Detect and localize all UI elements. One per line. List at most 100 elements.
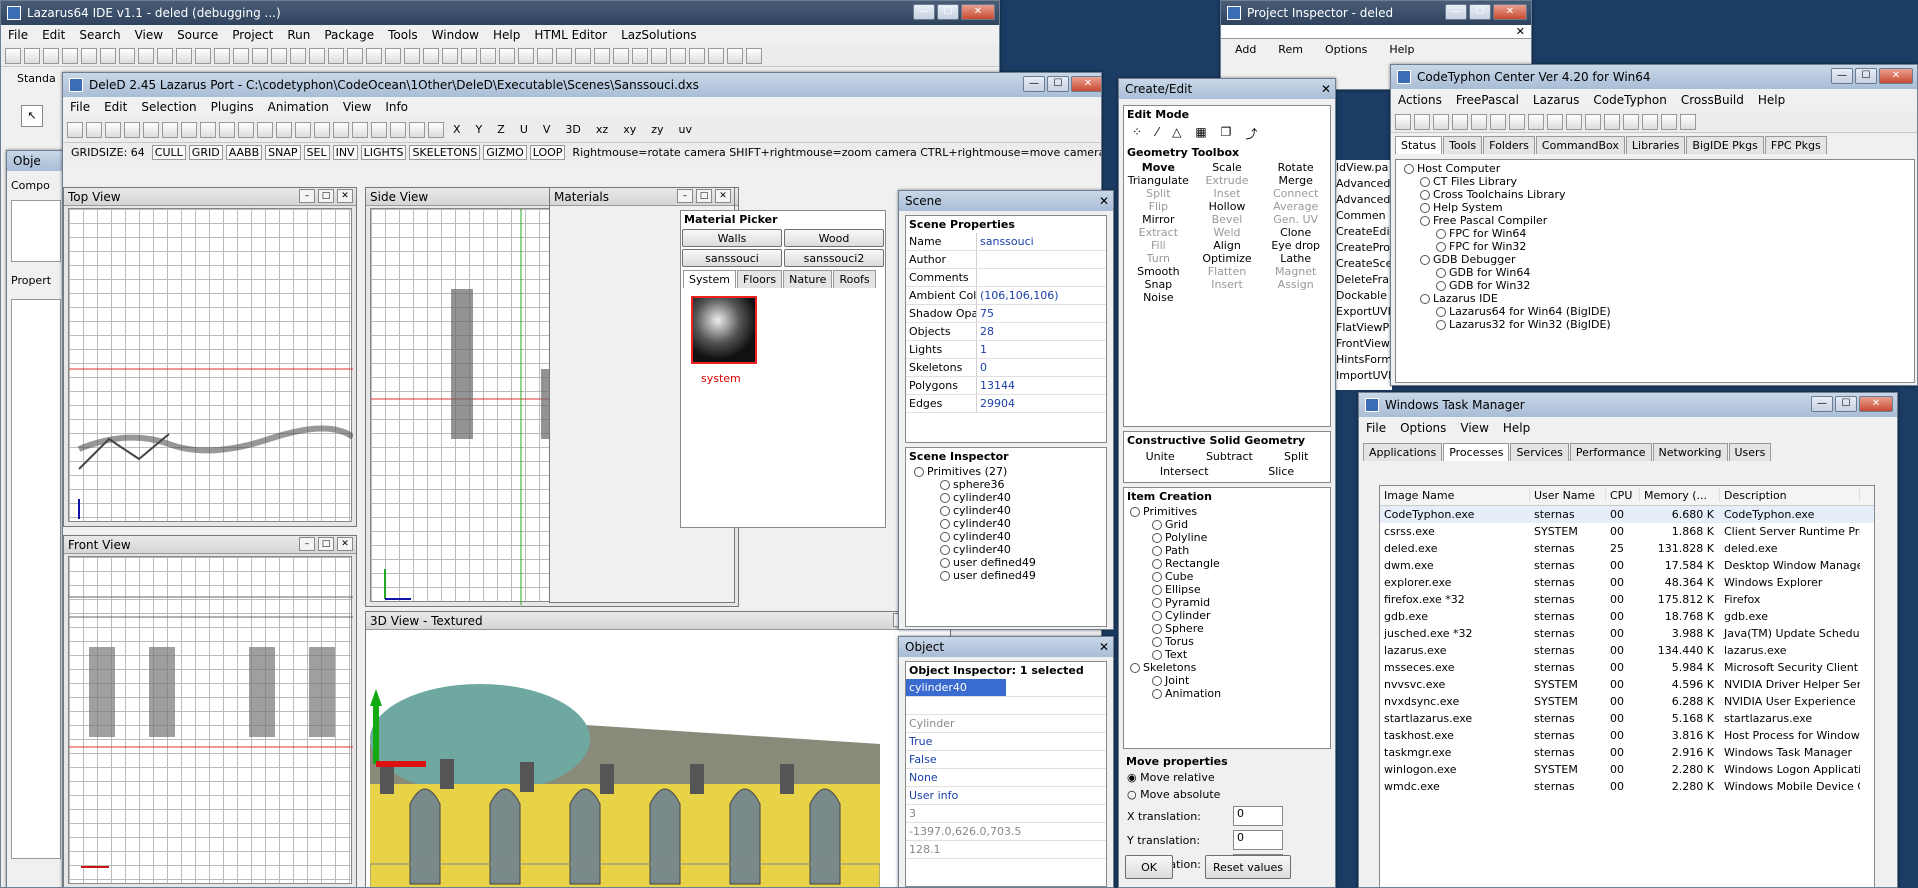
- x-translation-input[interactable]: 0: [1233, 806, 1283, 826]
- toolbar-icon[interactable]: [43, 47, 59, 64]
- ok-button[interactable]: OK: [1125, 855, 1173, 879]
- property-value[interactable]: sanssouci: [976, 233, 1086, 250]
- edge-mode-icon[interactable]: ⁄: [1156, 125, 1158, 142]
- process-row[interactable]: startlazarus.exe sternas 00 5.168 K startlaz…: [1380, 710, 1874, 727]
- geometry-tool-button[interactable]: Assign: [1261, 278, 1330, 291]
- task-manager-menu-item[interactable]: View: [1453, 421, 1495, 435]
- axis-button[interactable]: xy: [617, 123, 642, 136]
- geometry-tool-button[interactable]: Inset: [1193, 187, 1262, 200]
- ct-maximize-button[interactable]: ☐: [1855, 68, 1877, 84]
- material-tab[interactable]: Nature: [783, 270, 833, 288]
- scene-tree-item[interactable]: cylinder40: [914, 504, 1106, 517]
- axis-button[interactable]: V: [537, 123, 557, 136]
- process-row[interactable]: wmdc.exe sternas 00 2.280 K Windows Mobile D…: [1380, 778, 1874, 795]
- object-property-row[interactable]: [906, 697, 1106, 715]
- toolbar-icon[interactable]: [499, 47, 515, 64]
- codetyphon-menu-item[interactable]: Lazarus: [1526, 93, 1586, 107]
- material-button[interactable]: sanssouci2: [784, 249, 884, 267]
- toolbar-icon[interactable]: [461, 47, 477, 64]
- toolbar-icon[interactable]: [195, 47, 211, 64]
- toolbar-icon[interactable]: [138, 47, 154, 64]
- item-creation-node[interactable]: Joint: [1130, 674, 1330, 687]
- codetyphon-toolbar-icon[interactable]: [1452, 113, 1468, 130]
- deled-menu-item[interactable]: View: [336, 100, 378, 114]
- lazarus-menu-item[interactable]: Source: [170, 28, 225, 42]
- toolbar-icon[interactable]: [24, 47, 40, 64]
- task-manager-tab[interactable]: Networking: [1652, 443, 1728, 461]
- deled-menu-item[interactable]: Plugins: [204, 100, 261, 114]
- geometry-tool-button[interactable]: Optimize: [1193, 252, 1262, 265]
- option-toggle[interactable]: SKELETONS: [409, 144, 481, 160]
- create-edit-title-bar[interactable]: Create/Edit ✕: [1119, 79, 1335, 99]
- task-manager-tab[interactable]: Performance: [1569, 443, 1652, 461]
- material-tab[interactable]: System: [683, 270, 737, 288]
- task-manager-tab[interactable]: Applications: [1363, 443, 1443, 461]
- process-row[interactable]: gdb.exe sternas 00 18.768 K gdb.exe: [1380, 608, 1874, 625]
- process-row[interactable]: msseces.exe sternas 00 5.984 K Microsoft Sec…: [1380, 659, 1874, 676]
- toolbar-icon[interactable]: [404, 47, 420, 64]
- scene-title-bar[interactable]: Scene ✕: [899, 191, 1113, 211]
- lazarus-menu-item[interactable]: Package: [317, 28, 381, 42]
- project-file-item[interactable]: HintsForm: [1336, 352, 1392, 368]
- project-file-item[interactable]: DeleteFra: [1336, 272, 1392, 288]
- toolbar-icon[interactable]: [594, 47, 610, 64]
- object-property-value[interactable]: None: [906, 769, 1006, 786]
- fv-close-button[interactable]: ✕: [337, 537, 353, 551]
- scene-property-row[interactable]: Comments: [906, 269, 1106, 287]
- geometry-tool-button[interactable]: Bevel: [1193, 213, 1262, 226]
- tm-minimize-button[interactable]: —: [1811, 396, 1833, 412]
- codetyphon-tree-item[interactable]: Help System: [1404, 201, 1906, 214]
- codetyphon-menu-item[interactable]: FreePascal: [1449, 93, 1526, 107]
- toolbar-icon[interactable]: [746, 47, 762, 64]
- codetyphon-menu-item[interactable]: CrossBuild: [1674, 93, 1751, 107]
- mat-min-button[interactable]: –: [677, 189, 693, 203]
- toolbar-icon[interactable]: [670, 47, 686, 64]
- project-file-item[interactable]: FlatViewP: [1336, 320, 1392, 336]
- object-property-value[interactable]: 128.1: [906, 841, 1006, 858]
- codetyphon-tab[interactable]: Libraries: [1625, 136, 1686, 154]
- codetyphon-tree-item[interactable]: GDB for Win32: [1404, 279, 1906, 292]
- deled-menu-item[interactable]: Edit: [97, 100, 134, 114]
- item-creation-node[interactable]: Torus: [1130, 635, 1330, 648]
- item-creation-node[interactable]: Polyline: [1130, 531, 1330, 544]
- codetyphon-tab[interactable]: CommandBox: [1535, 136, 1625, 154]
- axis-button[interactable]: Z: [491, 123, 511, 136]
- csg-button[interactable]: Slice: [1258, 464, 1304, 479]
- item-creation-node[interactable]: Primitives: [1130, 505, 1330, 518]
- geometry-tool-button[interactable]: Lathe: [1261, 252, 1330, 265]
- axis-button[interactable]: xz: [590, 123, 614, 136]
- codetyphon-tree-item[interactable]: FPC for Win32: [1404, 240, 1906, 253]
- project-file-item[interactable]: CreatePro: [1336, 240, 1392, 256]
- object-property-row[interactable]: None: [906, 769, 1106, 787]
- geometry-tool-button[interactable]: Magnet: [1261, 265, 1330, 278]
- geometry-tool-button[interactable]: Noise: [1124, 291, 1193, 304]
- object-property-value[interactable]: True: [906, 733, 1006, 750]
- pi-minimize-button[interactable]: —: [1445, 4, 1467, 20]
- codetyphon-toolbar-icon[interactable]: [1471, 113, 1487, 130]
- scene-property-row[interactable]: Edges 29904: [906, 395, 1106, 413]
- project-file-item[interactable]: Dockable: [1336, 288, 1392, 304]
- property-value[interactable]: 13144: [976, 377, 1086, 394]
- project-file-item[interactable]: CreateSce: [1336, 256, 1392, 272]
- toolbar-icon[interactable]: [271, 47, 287, 64]
- item-creation-node[interactable]: Rectangle: [1130, 557, 1330, 570]
- lazarus-menu-item[interactable]: Tools: [381, 28, 425, 42]
- item-creation-node[interactable]: Grid: [1130, 518, 1330, 531]
- process-row[interactable]: nvvsvc.exe SYSTEM 00 4.596 K NVIDIA Driver H…: [1380, 676, 1874, 693]
- material-button[interactable]: sanssouci: [682, 249, 782, 267]
- process-row[interactable]: firefox.exe *32 sternas 00 175.812 K Firefox: [1380, 591, 1874, 608]
- front-view-viewport[interactable]: Front View – □ ✕: [63, 535, 357, 887]
- property-value[interactable]: 1: [976, 341, 1086, 358]
- csg-button[interactable]: Subtract: [1196, 449, 1263, 464]
- codetyphon-tree-item[interactable]: CT Files Library: [1404, 175, 1906, 188]
- deled-menu-item[interactable]: Info: [378, 100, 415, 114]
- deled-toolbar-icon[interactable]: [86, 121, 102, 138]
- deled-toolbar-icon[interactable]: [238, 121, 254, 138]
- toolbar-icon[interactable]: [81, 47, 97, 64]
- toolbar-icon[interactable]: [62, 47, 78, 64]
- pi-close-button[interactable]: ✕: [1493, 4, 1527, 20]
- deled-minimize-button[interactable]: —: [1023, 76, 1045, 92]
- project-file-item[interactable]: FrontView: [1336, 336, 1392, 352]
- option-toggle[interactable]: SNAP: [265, 144, 301, 160]
- item-creation-node[interactable]: Pyramid: [1130, 596, 1330, 609]
